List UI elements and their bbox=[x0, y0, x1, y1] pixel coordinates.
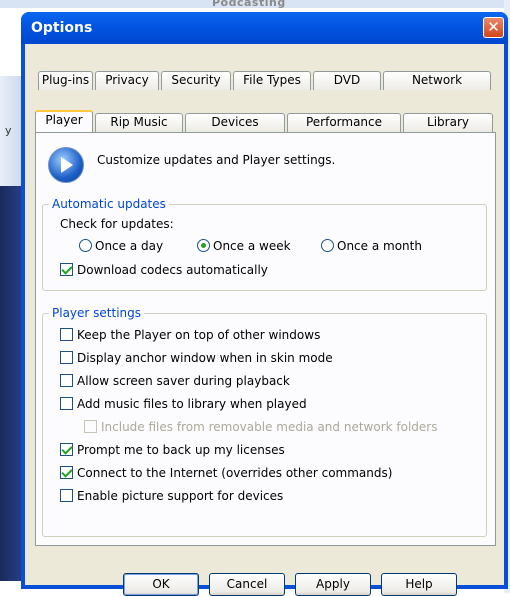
player-settings-legend: Player settings bbox=[49, 306, 145, 320]
include-removable-media-checkbox: Include files from removable media and n… bbox=[84, 420, 437, 434]
checkbox-label: Connect to the Internet (overrides other… bbox=[77, 466, 393, 480]
close-icon: ✕ bbox=[487, 18, 500, 36]
tab-player[interactable]: Player bbox=[35, 110, 93, 132]
checkbox[interactable] bbox=[60, 397, 73, 410]
player-tab-page: Customize updates and Player settings. A… bbox=[35, 132, 496, 546]
radio-once-a-week[interactable]: Once a week bbox=[197, 239, 291, 253]
checkbox[interactable] bbox=[60, 466, 73, 479]
checkbox bbox=[84, 420, 97, 433]
radio-button[interactable] bbox=[321, 239, 334, 252]
checkbox[interactable] bbox=[60, 489, 73, 502]
checkbox-label: Add music files to library when played bbox=[77, 397, 307, 411]
radio-label: Once a month bbox=[337, 239, 422, 253]
radio-label: Once a week bbox=[213, 239, 291, 253]
checkbox[interactable] bbox=[60, 351, 73, 364]
radio-once-a-month[interactable]: Once a month bbox=[321, 239, 422, 253]
checkbox-label: Include files from removable media and n… bbox=[101, 420, 438, 434]
title-bar[interactable]: Options ✕ bbox=[21, 12, 508, 44]
radio-once-a-day[interactable]: Once a day bbox=[79, 239, 163, 253]
radio-button[interactable] bbox=[79, 239, 92, 252]
connect-internet-checkbox[interactable]: Connect to the Internet (overrides other… bbox=[60, 466, 392, 480]
checkbox-label: Download codecs automatically bbox=[77, 263, 268, 277]
checkbox[interactable] bbox=[60, 443, 73, 456]
picture-support-checkbox[interactable]: Enable picture support for devices bbox=[60, 489, 283, 503]
play-triangle-icon bbox=[61, 157, 73, 173]
tab-network[interactable]: Network bbox=[383, 71, 491, 90]
media-player-icon bbox=[48, 147, 84, 183]
checkbox[interactable] bbox=[60, 328, 73, 341]
download-codecs-checkbox[interactable]: Download codecs automatically bbox=[60, 263, 268, 277]
tab-privacy[interactable]: Privacy bbox=[95, 71, 159, 90]
tab-devices[interactable]: Devices bbox=[185, 113, 285, 132]
add-music-files-checkbox[interactable]: Add music files to library when played bbox=[60, 397, 307, 411]
radio-label: Once a day bbox=[95, 239, 164, 253]
background-side-text: y bbox=[5, 124, 12, 137]
checkbox-label: Display anchor window when in skin mode bbox=[77, 351, 333, 365]
dialog-client-area: Plug-ins Privacy Security File Types DVD… bbox=[25, 44, 504, 596]
anchor-window-checkbox[interactable]: Display anchor window when in skin mode bbox=[60, 351, 333, 365]
close-button[interactable]: ✕ bbox=[483, 17, 504, 38]
checkbox[interactable] bbox=[60, 374, 73, 387]
options-dialog: Options ✕ Plug-ins Privacy Security File… bbox=[21, 12, 508, 596]
background-tab-text: Podcasting bbox=[212, 0, 286, 9]
tab-plug-ins[interactable]: Plug-ins bbox=[38, 71, 93, 90]
tab-file-types[interactable]: File Types bbox=[233, 71, 311, 90]
check-for-updates-label: Check for updates: bbox=[60, 217, 174, 231]
tab-performance[interactable]: Performance bbox=[287, 113, 401, 132]
radio-button[interactable] bbox=[197, 239, 210, 252]
tab-dvd[interactable]: DVD bbox=[313, 71, 381, 90]
automatic-updates-group: Automatic updates Check for updates: Onc… bbox=[42, 197, 487, 291]
tab-security[interactable]: Security bbox=[161, 71, 231, 90]
backup-licenses-checkbox[interactable]: Prompt me to back up my licenses bbox=[60, 443, 285, 457]
player-settings-group: Player settings Keep the Player on top o… bbox=[42, 306, 487, 537]
checkbox-label: Keep the Player on top of other windows bbox=[77, 328, 321, 342]
checkbox-label: Allow screen saver during playback bbox=[77, 374, 290, 388]
screen-saver-checkbox[interactable]: Allow screen saver during playback bbox=[60, 374, 290, 388]
dialog-title: Options bbox=[31, 20, 93, 36]
keep-on-top-checkbox[interactable]: Keep the Player on top of other windows bbox=[60, 328, 320, 342]
tab-library[interactable]: Library bbox=[403, 113, 493, 132]
page-description: Customize updates and Player settings. bbox=[97, 153, 336, 167]
checkbox-label: Enable picture support for devices bbox=[77, 489, 284, 503]
automatic-updates-legend: Automatic updates bbox=[49, 197, 169, 211]
checkbox[interactable] bbox=[60, 263, 73, 276]
checkbox-label: Prompt me to back up my licenses bbox=[77, 443, 285, 457]
tab-rip-music[interactable]: Rip Music bbox=[95, 113, 183, 132]
